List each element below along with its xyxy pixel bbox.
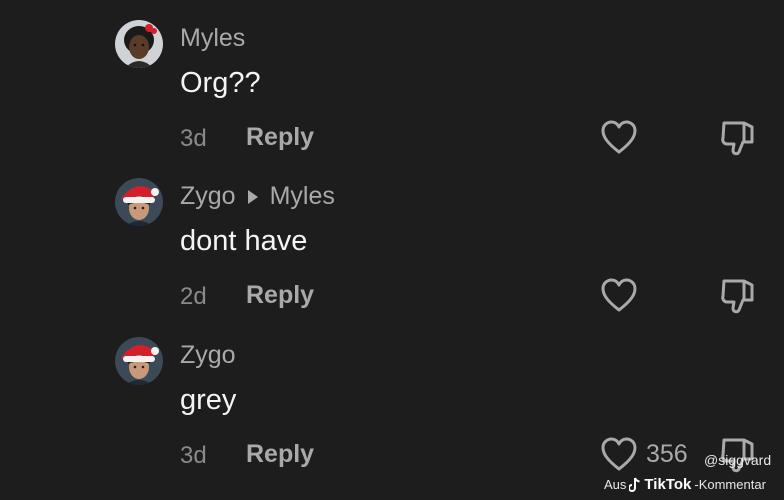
- comment-item: Myles Org?? 3d Reply: [0, 0, 784, 160]
- reply-arrow-icon: [247, 189, 258, 204]
- avatar-image: [115, 178, 163, 226]
- reply-to-user[interactable]: Myles: [270, 182, 335, 211]
- watermark-brand: TikTok: [644, 476, 692, 493]
- comment-author-row: Zygo: [180, 341, 236, 370]
- watermark: Aus TikTok -Kommentar: [604, 476, 766, 493]
- comment-age: 3d: [180, 442, 207, 469]
- like-count: 356: [646, 440, 688, 468]
- comment-text: dont have: [180, 225, 308, 257]
- heart-icon[interactable]: [600, 277, 638, 313]
- watermark-suffix: -Kommentar: [694, 477, 766, 492]
- tiktok-logo-icon: [629, 477, 641, 492]
- avatar[interactable]: [115, 337, 163, 385]
- comment-text: grey: [180, 384, 237, 416]
- comment-author-row: Zygo Myles: [180, 182, 335, 211]
- comments-panel: Myles Org?? 3d Reply Zygo Myles dont hav…: [0, 0, 784, 500]
- comment-item: Zygo grey 3d Reply 356: [0, 317, 784, 477]
- avatar[interactable]: [115, 20, 163, 68]
- heart-icon[interactable]: [600, 119, 638, 155]
- comment-author[interactable]: Myles: [180, 24, 245, 53]
- comment-author[interactable]: Zygo: [180, 341, 236, 370]
- avatar-image: [115, 20, 163, 68]
- heart-icon[interactable]: [600, 436, 638, 472]
- watermark-handle: @siggvard: [704, 452, 772, 468]
- reply-button[interactable]: Reply: [246, 440, 314, 469]
- dislike-icon[interactable]: [719, 118, 757, 158]
- avatar[interactable]: [115, 178, 163, 226]
- comment-item: Zygo Myles dont have 2d Reply: [0, 158, 784, 318]
- reply-button[interactable]: Reply: [246, 123, 314, 152]
- comment-text: Org??: [180, 67, 261, 99]
- reply-button[interactable]: Reply: [246, 281, 314, 310]
- avatar-image: [115, 337, 163, 385]
- comment-age: 3d: [180, 125, 207, 152]
- comment-author[interactable]: Zygo: [180, 182, 236, 211]
- watermark-prefix: Aus: [604, 477, 627, 492]
- comment-author-row: Myles: [180, 24, 245, 53]
- comment-age: 2d: [180, 283, 207, 310]
- dislike-icon[interactable]: [719, 276, 757, 316]
